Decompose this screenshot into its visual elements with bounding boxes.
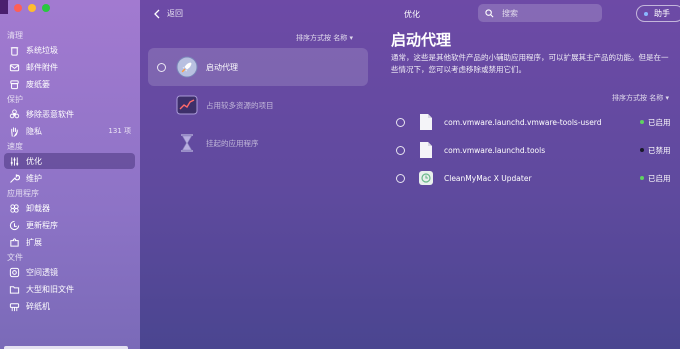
sidebar-item-large-old-files[interactable]: 大型和旧文件 (4, 281, 135, 297)
sidebar-item-label: 系统垃圾 (26, 45, 58, 55)
sidebar-section-applications: 应用程序 (7, 189, 39, 198)
status-label: 已启用 (648, 173, 671, 183)
sidebar: 清理 系统垃圾 邮件附件 废纸篓 保护 移除恶意软件 隐私 131 项 速度 优… (0, 0, 140, 349)
sidebar-item-shredder[interactable]: 碎纸机 (4, 298, 135, 314)
hand-icon (8, 125, 20, 137)
sidebar-item-label: 空间透镜 (26, 267, 58, 277)
sidebar-section-protect: 保护 (7, 95, 23, 104)
sidebar-item-label: 扩展 (26, 237, 42, 247)
uninstaller-icon (8, 202, 20, 214)
sidebar-item-maintenance[interactable]: 维护 (4, 170, 135, 186)
list-item[interactable]: CleanMyMac X Updater 已启用 (396, 167, 680, 189)
biohazard-icon (8, 108, 20, 120)
category-label: 启动代理 (206, 62, 238, 72)
sidebar-item-optimization[interactable]: 优化 (4, 153, 135, 169)
sidebar-item-label: 碎纸机 (26, 301, 50, 311)
assistant-button[interactable]: 助手 (636, 5, 680, 22)
trash-icon (8, 44, 20, 56)
zoom-window-button[interactable] (42, 4, 50, 12)
search-field[interactable]: 搜索 (478, 4, 602, 22)
search-placeholder: 搜索 (502, 8, 518, 18)
item-radio[interactable] (396, 173, 405, 183)
rocket-icon (176, 56, 198, 78)
sidebar-item-label: 邮件附件 (26, 62, 58, 72)
item-radio[interactable] (396, 117, 405, 127)
hourglass-icon (176, 132, 198, 154)
sidebar-item-label: 废纸篓 (26, 79, 50, 89)
status-badge: 已禁用 (640, 145, 680, 156)
sliders-icon (8, 155, 20, 167)
category-radio[interactable] (157, 62, 166, 72)
shredder-icon (8, 300, 20, 312)
category-label: 占用较多资源的项目 (206, 100, 274, 110)
sidebar-item-label: 维护 (26, 173, 42, 183)
item-name: com.vmware.launchd.tools (444, 145, 546, 155)
sidebar-item-mail-attachments[interactable]: 邮件附件 (4, 59, 135, 75)
file-icon (420, 114, 432, 130)
sidebar-item-malware-removal[interactable]: 移除恶意软件 (4, 106, 135, 122)
sidebar-item-uninstaller[interactable]: 卸载器 (4, 200, 135, 216)
sidebar-item-system-junk[interactable]: 系统垃圾 (4, 42, 135, 58)
category-hung-applications[interactable]: 挂起的应用程序 (148, 124, 368, 162)
updater-icon (8, 219, 20, 231)
chart-icon (176, 94, 198, 116)
assistant-dot-icon (644, 11, 648, 16)
sidebar-section-speed: 速度 (7, 142, 23, 151)
detail-title: 启动代理 (391, 31, 452, 49)
privacy-count-badge: 131 项 (108, 127, 131, 135)
sidebar-item-label: 大型和旧文件 (26, 284, 74, 294)
sidebar-section-files: 文件 (7, 253, 23, 262)
category-label: 挂起的应用程序 (206, 138, 259, 148)
close-window-button[interactable] (14, 4, 22, 12)
mail-icon (8, 61, 20, 73)
status-label: 已启用 (648, 117, 671, 127)
back-button-label: 返回 (167, 9, 183, 18)
category-heavy-consumers[interactable]: 占用较多资源的项目 (148, 86, 368, 124)
sidebar-item-label: 卸载器 (26, 203, 50, 213)
status-dot-icon (640, 120, 644, 124)
detail-sort-control[interactable]: 排序方式按 名称 ▾ (612, 93, 669, 103)
item-name: com.vmware.launchd.vmware-tools-userd (444, 117, 602, 127)
sidebar-item-label: 隐私 (26, 126, 42, 136)
status-dot-icon (640, 176, 644, 180)
list-item[interactable]: com.vmware.launchd.vmware-tools-userd 已启… (396, 111, 680, 133)
sidebar-item-space-lens[interactable]: 空间透镜 (4, 264, 135, 280)
sidebar-item-label: 移除恶意软件 (26, 109, 74, 119)
window-title: 优化 (404, 10, 420, 19)
status-label: 已禁用 (648, 145, 671, 155)
category-radio (157, 101, 166, 110)
window-controls (14, 4, 50, 12)
status-badge: 已启用 (640, 117, 680, 128)
category-launch-agents[interactable]: 启动代理 (148, 48, 368, 86)
search-icon (485, 8, 494, 17)
sidebar-section-clean: 清理 (7, 31, 23, 40)
sidebar-item-label: 优化 (26, 156, 42, 166)
item-name: CleanMyMac X Updater (444, 173, 532, 183)
file-icon (420, 142, 432, 158)
status-badge: 已启用 (640, 173, 680, 184)
middle-sort-control[interactable]: 排序方式按 名称 ▾ (296, 33, 353, 43)
sidebar-item-updater[interactable]: 更新程序 (4, 217, 135, 233)
lens-icon (8, 266, 20, 278)
sidebar-item-label: 更新程序 (26, 220, 58, 230)
sidebar-item-privacy[interactable]: 隐私 131 项 (4, 123, 135, 139)
item-radio[interactable] (396, 145, 405, 155)
sidebar-item-extensions[interactable]: 扩展 (4, 234, 135, 250)
detail-description: 通常，这些是其他软件产品的小辅助应用程序，可以扩展其主产品的功能。但是在一些情况… (391, 53, 669, 74)
status-dot-icon (640, 148, 644, 152)
updater-app-icon (419, 171, 433, 185)
list-item[interactable]: com.vmware.launchd.tools 已禁用 (396, 139, 680, 161)
extensions-icon (8, 236, 20, 248)
bin-icon (8, 78, 20, 90)
category-radio (157, 139, 166, 148)
back-button[interactable]: 返回 (153, 8, 183, 19)
sidebar-item-trash-bins[interactable]: 废纸篓 (4, 76, 135, 92)
minimize-window-button[interactable] (28, 4, 36, 12)
wrench-icon (8, 172, 20, 184)
folder-icon (8, 283, 20, 295)
chevron-left-icon (154, 9, 160, 18)
assistant-label: 助手 (654, 9, 670, 18)
desktop-corner (0, 0, 8, 14)
